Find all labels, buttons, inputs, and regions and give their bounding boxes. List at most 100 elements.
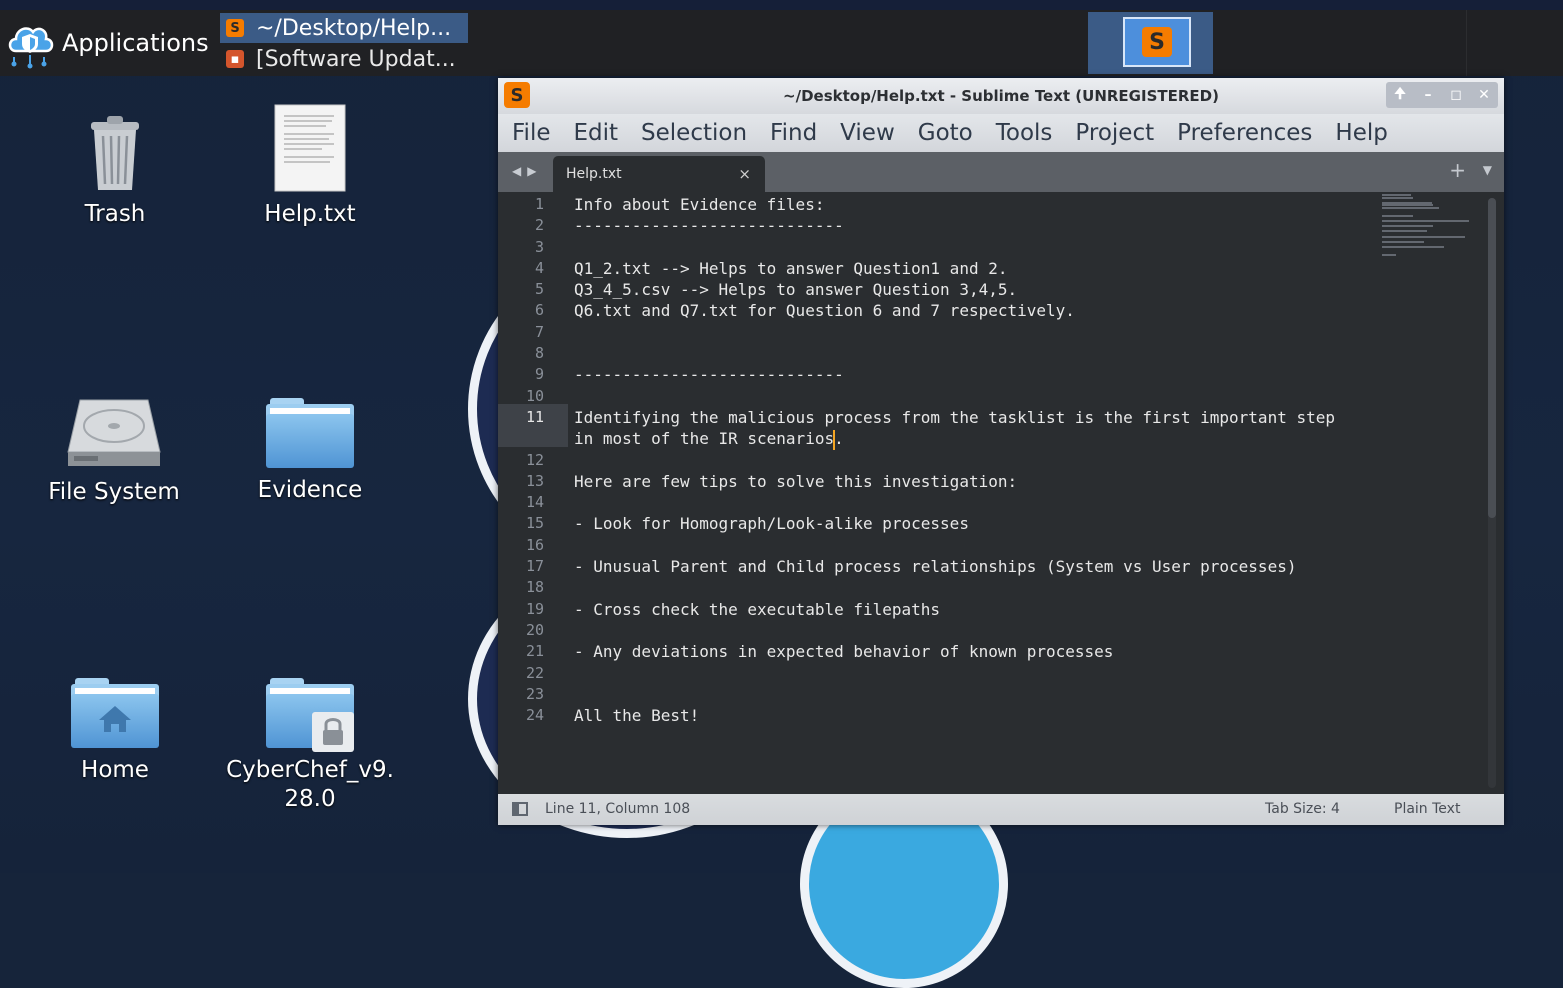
line-text: - Any deviations in expected behavior of… [574, 642, 1114, 662]
code-line[interactable]: 20 [498, 620, 1488, 641]
editor-area[interactable]: 1 Info about Evidence files: 2 ------------… [498, 192, 1504, 794]
window-up-button[interactable]: 🠉 [1388, 83, 1412, 107]
menu-edit[interactable]: Edit [574, 120, 619, 146]
taskbar-item-sublime[interactable]: S ~/Desktop/Help... [220, 13, 468, 43]
applications-label: Applications [62, 29, 209, 57]
menu-find[interactable]: Find [770, 120, 817, 146]
menu-bar: File Edit Selection Find View Goto Tools… [498, 114, 1504, 152]
desktop-icon-evidence[interactable]: Evidence [220, 398, 400, 505]
menu-help[interactable]: Help [1335, 120, 1387, 146]
tab-label: Help.txt [566, 166, 622, 182]
top-strip [0, 0, 1563, 10]
code-line[interactable]: 17 - Unusual Parent and Child process rel… [498, 556, 1488, 577]
menu-goto[interactable]: Goto [918, 120, 973, 146]
sublime-text-icon: S [1142, 27, 1172, 57]
status-bar: Line 11, Column 108 Tab Size: 4 Plain Te… [498, 794, 1504, 825]
sublime-text-window: S ~/Desktop/Help.txt - Sublime Text (UNR… [498, 78, 1504, 825]
minimap-line [1382, 230, 1428, 233]
code-line[interactable]: 18 [498, 577, 1488, 598]
code-line[interactable]: 4 Q1_2.txt --> Helps to answer Question1 … [498, 258, 1488, 279]
line-number: 19 [525, 599, 544, 618]
line-number: 8 [534, 344, 544, 363]
code-line[interactable]: 22 [498, 663, 1488, 684]
line-text: Q3_4_5.csv --> Helps to answer Question … [574, 280, 1018, 300]
code-line[interactable]: 1 Info about Evidence files: [498, 194, 1488, 215]
line-number: 23 [525, 684, 544, 703]
code-line[interactable]: 14 [498, 492, 1488, 513]
code-line[interactable]: 24 All the Best! [498, 705, 1488, 726]
minimap-line [1382, 214, 1413, 217]
sidebar-toggle-icon[interactable] [512, 802, 528, 816]
desktop-icon-trash[interactable]: Trash [25, 112, 205, 229]
syntax-selector[interactable]: Plain Text [1394, 801, 1460, 817]
tab-nav-arrows-icon[interactable]: ◀▶ [512, 164, 542, 178]
menu-tools[interactable]: Tools [996, 120, 1053, 146]
home-icon [99, 706, 131, 732]
workspace-thumbnail[interactable]: S [1123, 17, 1191, 67]
desktop-icon-label: Help.txt [264, 201, 356, 227]
tab-close-icon[interactable]: × [738, 165, 751, 183]
code-line[interactable]: 19 - Cross check the executable filepaths [498, 599, 1488, 620]
code-line[interactable]: 21 - Any deviations in expected behavior … [498, 641, 1488, 662]
code-line[interactable]: 2 ---------------------------- [498, 215, 1488, 236]
line-text: - Look for Homograph/Look-alike processe… [574, 514, 969, 534]
menu-preferences[interactable]: Preferences [1177, 120, 1312, 146]
cloud-shield-icon [8, 27, 54, 69]
menu-file[interactable]: File [512, 120, 551, 146]
scrollbar-thumb[interactable] [1488, 198, 1496, 518]
desktop-icon-file-system[interactable]: File System [24, 396, 204, 507]
line-number: 13 [525, 471, 544, 490]
desktop-icon-label: Trash [84, 201, 146, 227]
line-number: 24 [525, 706, 544, 725]
software-updater-icon: ▪ [226, 50, 244, 68]
code-line[interactable]: 9 ---------------------------- [498, 364, 1488, 385]
line-text: ---------------------------- [574, 216, 844, 236]
new-tab-plus-icon[interactable]: + [1449, 158, 1466, 182]
code-line[interactable]: 13 Here are few tips to solve this invest… [498, 471, 1488, 492]
taskbar-separator [1466, 10, 1467, 76]
code-line[interactable]: 8 [498, 343, 1488, 364]
vertical-scrollbar[interactable] [1488, 198, 1496, 788]
workspace-switcher[interactable]: S [1088, 12, 1213, 74]
tab-menu-dropdown-icon[interactable]: ▼ [1483, 163, 1492, 177]
code-line[interactable]: 12 [498, 450, 1488, 471]
minimap-line [1382, 196, 1413, 199]
code-line[interactable]: 5 Q3_4_5.csv --> Helps to answer Question… [498, 279, 1488, 300]
minimap[interactable] [1382, 194, 1482, 264]
code-line[interactable]: 16 [498, 535, 1488, 556]
sublime-text-icon: S [226, 19, 244, 37]
line-number: 15 [525, 514, 544, 533]
line-text: Q6.txt and Q7.txt for Question 6 and 7 r… [574, 301, 1075, 321]
menu-project[interactable]: Project [1075, 120, 1154, 146]
tab-size-selector[interactable]: Tab Size: 4 [1265, 801, 1340, 817]
code-line[interactable]: 23 [498, 684, 1488, 705]
code-line[interactable]: 7 [498, 322, 1488, 343]
line-text: - Cross check the executable filepaths [574, 599, 941, 619]
taskbar-item-software-updater[interactable]: ▪ [Software Updat... [220, 44, 468, 74]
applications-menu-button[interactable]: Applications [0, 10, 210, 76]
menu-selection[interactable]: Selection [641, 120, 747, 146]
desktop-icon-cyberchef[interactable]: CyberChef_v9. 28.0 [220, 678, 400, 814]
code-line[interactable]: 10 [498, 386, 1488, 407]
window-titlebar[interactable]: S ~/Desktop/Help.txt - Sublime Text (UNR… [498, 78, 1504, 114]
window-maximize-button[interactable]: ◻ [1444, 87, 1468, 103]
line-number: 3 [534, 237, 544, 256]
line-number: 1 [534, 195, 544, 213]
folder-icon [266, 398, 354, 468]
window-minimize-button[interactable]: – [1416, 87, 1440, 103]
code-line[interactable]: 3 [498, 237, 1488, 258]
line-text: ---------------------------- [574, 365, 844, 385]
line-number: 7 [534, 322, 544, 341]
desktop-icon-help-txt[interactable]: Help.txt [220, 104, 400, 229]
code-line[interactable]: 11 Identifying the malicious process from… [498, 407, 1488, 450]
code-line[interactable]: 6 Q6.txt and Q7.txt for Question 6 and 7 … [498, 300, 1488, 321]
desktop-icon-label-line: CyberChef_v9. [226, 757, 394, 783]
window-close-button[interactable]: ✕ [1472, 87, 1496, 103]
code-line[interactable]: 15 - Look for Homograph/Look-alike proces… [498, 513, 1488, 534]
desktop-icon-home[interactable]: Home [25, 678, 205, 785]
trash-icon [91, 116, 139, 190]
tab-help-txt[interactable]: Help.txt × [553, 156, 765, 192]
line-text-wrap-segment: . [834, 429, 844, 449]
minimap-line [1382, 253, 1397, 256]
menu-view[interactable]: View [840, 120, 895, 146]
